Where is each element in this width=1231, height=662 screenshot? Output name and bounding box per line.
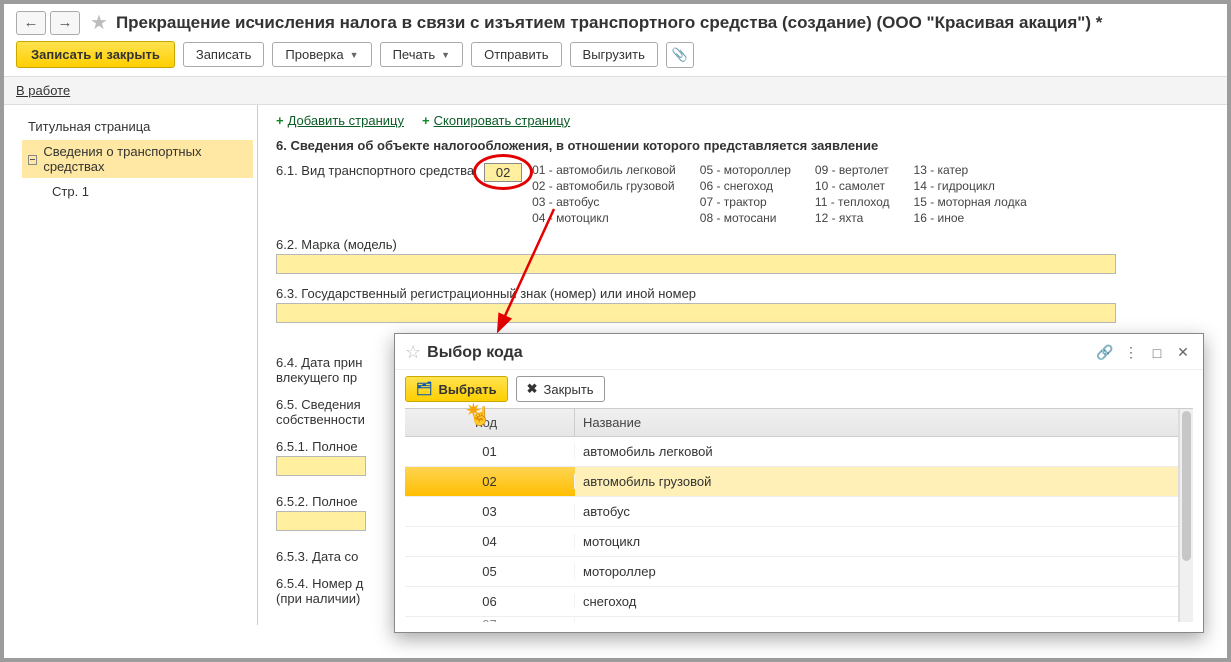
code-grid[interactable]: Код Название 01 автомобиль легковой 02 а… [405, 409, 1179, 622]
select-button[interactable]: 🗂 Выбрать [405, 376, 508, 402]
favorite-star-icon[interactable]: ☆ [405, 342, 421, 363]
scroll-thumb[interactable] [1182, 411, 1191, 561]
attach-button[interactable]: 📎 [666, 42, 694, 68]
vertical-scrollbar[interactable] [1179, 409, 1193, 622]
select-icon: 🗂 [416, 381, 433, 397]
plus-icon: + [422, 113, 430, 128]
print-button[interactable]: Печать▼ [380, 42, 464, 67]
grid-row[interactable]: 06 снегоход [405, 587, 1178, 617]
row-61-label: 6.1. Вид транспортного средства [276, 163, 474, 178]
grid-row[interactable]: 04 мотоцикл [405, 527, 1178, 557]
caret-down-icon: ▼ [441, 50, 450, 60]
vehicle-type-code-input[interactable]: 02 [484, 163, 522, 182]
export-button[interactable]: Выгрузить [570, 42, 658, 67]
more-icon[interactable]: ⋮ [1121, 344, 1141, 361]
plus-icon: + [276, 113, 284, 128]
favorite-star-icon[interactable]: ★ [84, 10, 112, 35]
send-button[interactable]: Отправить [471, 42, 561, 67]
add-page-link[interactable]: Добавить страницу [288, 113, 404, 128]
nav-page-1[interactable]: Стр. 1 [22, 180, 253, 203]
reg-number-input[interactable] [276, 303, 1116, 323]
vehicle-type-legend: 01 - автомобиль легковой 05 - мотороллер… [532, 163, 1027, 225]
nav-title-page[interactable]: Титульная страница [22, 115, 253, 138]
grid-row[interactable]: 01 автомобиль легковой [405, 437, 1178, 467]
modal-title: Выбор кода [427, 344, 1089, 362]
row-62-label: 6.2. Марка (модель) [276, 237, 1209, 252]
grid-row[interactable]: 03 автобус [405, 497, 1178, 527]
collapse-icon[interactable] [28, 155, 37, 165]
grid-row[interactable]: 05 мотороллер [405, 557, 1178, 587]
close-button[interactable]: ✖ Закрыть [516, 376, 605, 402]
nav-vehicles[interactable]: Сведения о транспортных средствах [22, 140, 253, 178]
check-button[interactable]: Проверка▼ [272, 42, 371, 67]
brand-model-input[interactable] [276, 254, 1116, 274]
row-652-input[interactable] [276, 511, 366, 531]
back-button[interactable]: ← [16, 11, 46, 35]
status-in-work-link[interactable]: В работе [16, 83, 70, 98]
code-selection-modal: ☆ Выбор кода 🔗 ⋮ □ ✕ 🗂 Выбрать ✖ Закрыть… [394, 333, 1204, 633]
caret-down-icon: ▼ [350, 50, 359, 60]
forward-button[interactable]: → [50, 11, 80, 35]
save-and-close-button[interactable]: Записать и закрыть [16, 41, 175, 68]
maximize-icon[interactable]: □ [1147, 345, 1167, 361]
row-63-label: 6.3. Государственный регистрационный зна… [276, 286, 1209, 301]
save-button[interactable]: Записать [183, 42, 265, 67]
copy-page-link[interactable]: Скопировать страницу [434, 113, 571, 128]
col-header-name[interactable]: Название [575, 409, 1178, 436]
x-icon: ✖ [527, 381, 538, 397]
row-651-input[interactable] [276, 456, 366, 476]
paperclip-icon: 📎 [672, 47, 688, 63]
grid-row-selected[interactable]: 02 автомобиль грузовой [405, 467, 1178, 497]
close-icon[interactable]: ✕ [1173, 344, 1193, 361]
page-title: Прекращение исчисления налога в связи с … [116, 13, 1102, 33]
grid-row[interactable]: 07 [405, 617, 1178, 622]
link-icon[interactable]: 🔗 [1095, 344, 1115, 361]
annotation-click-cursor: ✷ ☝️ [469, 406, 491, 427]
section-6-title: 6. Сведения об объекте налогообложения, … [276, 138, 1209, 153]
